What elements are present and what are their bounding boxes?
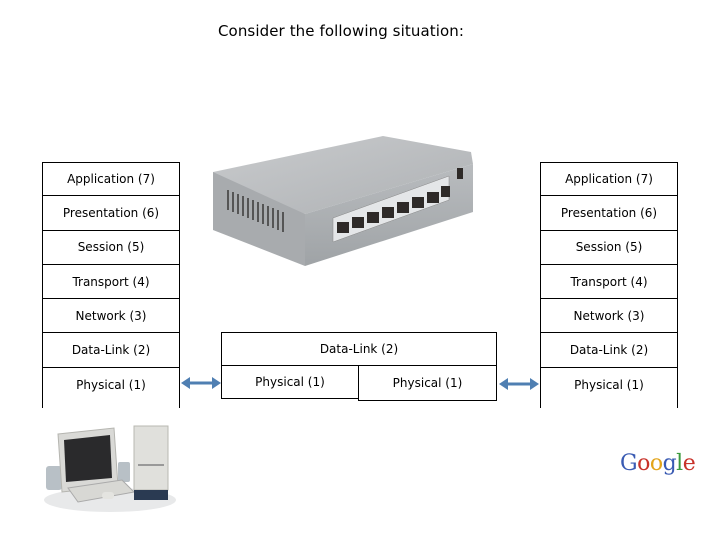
switch-physical-port-right: Physical (1)	[358, 365, 497, 401]
layer-data-link: Data-Link (2)	[540, 333, 678, 368]
logo-letter: o	[649, 451, 663, 476]
layer-network: Network (3)	[540, 299, 678, 334]
layer-transport: Transport (4)	[42, 264, 180, 300]
desktop-computer-image	[44, 425, 176, 512]
slide-title: Consider the following situation:	[217, 22, 465, 40]
right-host-osi-stack: Application (7) Presentation (6) Session…	[540, 162, 678, 408]
layer-application: Application (7)	[42, 162, 180, 197]
logo-letter: g	[662, 451, 677, 476]
logo-letter: e	[682, 451, 696, 476]
right-link-double-arrow-icon	[499, 378, 539, 390]
left-host-osi-stack: Application (7) Presentation (6) Session…	[42, 162, 180, 408]
layer-session: Session (5)	[540, 230, 678, 265]
switch-layer-stack: Data-Link (2) Physical (1) Physical (1)	[221, 332, 497, 402]
layer-transport: Transport (4)	[540, 264, 678, 300]
layer-presentation: Presentation (6)	[540, 196, 678, 231]
google-logo: Google	[620, 451, 696, 476]
layer-application: Application (7)	[540, 162, 678, 197]
switch-data-link-layer: Data-Link (2)	[221, 332, 497, 366]
layer-data-link: Data-Link (2)	[42, 333, 180, 368]
logo-letter: o	[637, 451, 650, 476]
layer-physical: Physical (1)	[540, 367, 678, 408]
layer-presentation: Presentation (6)	[42, 196, 180, 231]
switch-physical-port-left: Physical (1)	[221, 366, 359, 399]
network-switch-image	[213, 136, 473, 266]
layer-physical: Physical (1)	[42, 367, 180, 408]
left-link-double-arrow-icon	[181, 377, 221, 389]
layer-session: Session (5)	[42, 230, 180, 265]
layer-network: Network (3)	[42, 299, 180, 334]
logo-letter: G	[620, 451, 638, 476]
